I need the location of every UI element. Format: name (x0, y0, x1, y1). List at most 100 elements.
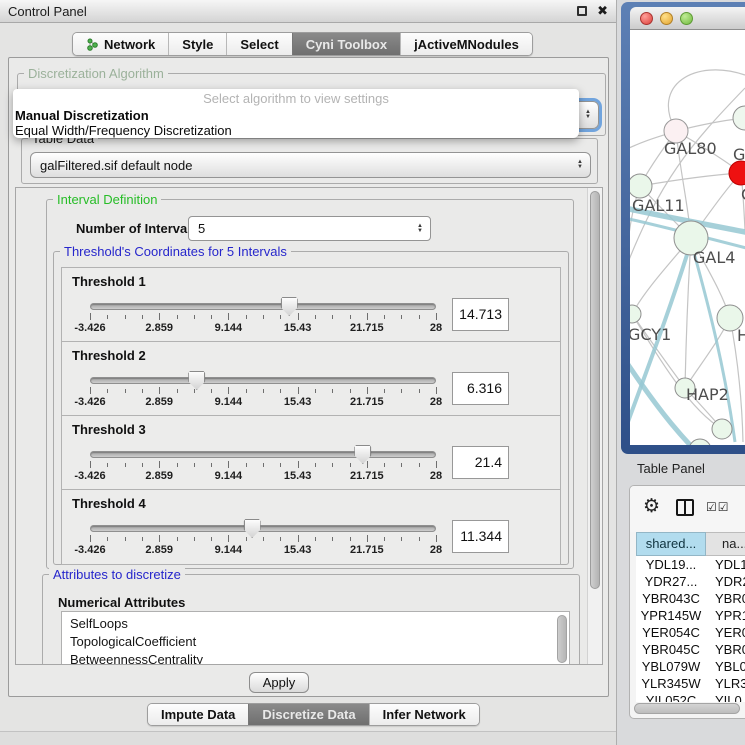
table-row[interactable]: YDL19...YDL1 (636, 556, 745, 573)
network-node[interactable] (729, 161, 745, 185)
number-of-intervals-combobox[interactable]: 5 ▲▼ (188, 216, 431, 241)
slider-tick (401, 389, 402, 393)
attr-items: SelfLoopsTopologicalCoefficientBetweenne… (62, 615, 569, 665)
slider-tick (367, 535, 368, 542)
attributes-scrollbar[interactable] (557, 615, 567, 663)
table-row[interactable]: YLR345WYLR3 (636, 675, 745, 692)
tab-jactivemnodules[interactable]: jActiveMNodules (400, 33, 532, 55)
cell-name[interactable]: YER0 (706, 624, 745, 641)
algorithm-prompt-item[interactable]: Select algorithm to view settings (13, 91, 579, 108)
slider-track[interactable] (90, 377, 436, 384)
threshold-value-field[interactable]: 11.344 (452, 520, 509, 553)
network-edge-thick[interactable] (691, 242, 735, 442)
cell-name[interactable]: YPR1 (706, 607, 745, 624)
table-row[interactable]: YPR145WYPR1 (636, 607, 745, 624)
attribute-list-item[interactable]: BetweennessCentrality (62, 651, 569, 665)
slider-tick (246, 315, 247, 319)
table-row[interactable]: YBL079WYBL0 (636, 658, 745, 675)
table-data-combobox[interactable]: galFiltered.sif default node ▲▼ (30, 152, 591, 178)
cell-name[interactable]: YIL0 (706, 692, 745, 702)
slider-track[interactable] (90, 451, 436, 458)
network-node[interactable] (630, 174, 652, 198)
cell-shared-name[interactable]: YDL19... (636, 556, 706, 573)
network-canvas[interactable]: GAL80GACGAL11GAL4GCY1HHAP2 (630, 30, 745, 445)
network-edge[interactable] (640, 173, 741, 186)
cell-shared-name[interactable]: YDR27... (636, 573, 706, 590)
threshold-slider[interactable]: -3.4262.8599.14415.4321.71528 (90, 377, 436, 413)
network-node[interactable] (733, 106, 745, 130)
threshold-value-field[interactable]: 14.713 (452, 298, 509, 331)
cell-shared-name[interactable]: YER054C (636, 624, 706, 641)
slider-tick (263, 389, 264, 393)
attribute-list-item[interactable]: SelfLoops (62, 615, 569, 633)
network-view-window[interactable]: GAL80GACGAL11GAL4GCY1HHAP2 (621, 2, 745, 454)
columns-icon[interactable] (676, 499, 694, 516)
cell-shared-name[interactable]: YBL079W (636, 658, 706, 675)
threshold-value-field[interactable]: 21.4 (452, 446, 509, 479)
column-header-name[interactable]: na... (706, 532, 745, 556)
cell-name[interactable]: YBR0 (706, 641, 745, 658)
cell-name[interactable]: YLR3 (706, 675, 745, 692)
tab-impute-data[interactable]: Impute Data (148, 704, 248, 725)
slider-track[interactable] (90, 303, 436, 310)
threshold-label: Threshold 4 (72, 496, 146, 511)
close-icon[interactable]: ✖ (597, 3, 608, 19)
gear-icon[interactable]: ⚙ (643, 495, 660, 518)
threshold-value-field[interactable]: 6.316 (452, 372, 509, 405)
slider-scale-label: 15.43 (284, 322, 312, 334)
slider-track[interactable] (90, 525, 436, 532)
close-traffic-light[interactable] (640, 12, 653, 25)
cell-name[interactable]: YDR2 (706, 573, 745, 590)
tab-select[interactable]: Select (226, 33, 291, 55)
tab-network[interactable]: Network (73, 33, 168, 55)
cell-name[interactable]: YBR0 (706, 590, 745, 607)
tab-style[interactable]: Style (168, 33, 226, 55)
table-row[interactable]: YER054CYER0 (636, 624, 745, 641)
network-node[interactable] (712, 419, 732, 439)
scrollbar-thumb[interactable] (590, 191, 600, 589)
control-panel-titlebar: Control Panel ✖ (0, 0, 616, 23)
minimize-traffic-light[interactable] (660, 12, 673, 25)
slider-tick (350, 315, 351, 319)
algorithm-popup-item[interactable]: Equal Width/Frequency Discretization (13, 123, 579, 138)
slider-scale-label: 9.144 (215, 396, 243, 408)
table-row[interactable]: YDR27...YDR2 (636, 573, 745, 590)
algorithm-popup-item[interactable]: Manual Discretization (13, 108, 579, 123)
table-rows: YDL19...YDL1YDR27...YDR2YBR043CYBR0YPR14… (636, 556, 745, 702)
tab-cyni-toolbox[interactable]: Cyni Toolbox (292, 33, 400, 55)
slider-tick (401, 463, 402, 467)
right-region: GAL80GACGAL11GAL4GCY1HHAP2 Table Panel ⚙… (617, 0, 745, 745)
column-header-shared-name[interactable]: shared... (636, 532, 706, 556)
cell-shared-name[interactable]: YLR345W (636, 675, 706, 692)
table-row[interactable]: YBR043CYBR0 (636, 590, 745, 607)
threshold-slider[interactable]: -3.4262.8599.14415.4321.71528 (90, 303, 436, 339)
slider-tick (177, 537, 178, 541)
network-node[interactable] (689, 439, 711, 445)
tab-infer-network[interactable]: Infer Network (369, 704, 479, 725)
slider-tick (384, 463, 385, 467)
table-horizontal-scrollbar[interactable] (634, 703, 740, 714)
table-row[interactable]: YIL052CYIL0 (636, 692, 745, 702)
cell-name[interactable]: YDL1 (706, 556, 745, 573)
threshold-slider[interactable]: -3.4262.8599.14415.4321.71528 (90, 525, 436, 561)
cell-shared-name[interactable]: YBR043C (636, 590, 706, 607)
threshold-slider[interactable]: -3.4262.8599.14415.4321.71528 (90, 451, 436, 487)
slider-scale-label: -3.426 (74, 396, 105, 408)
checkboxes-icon[interactable]: ☑☑ (706, 500, 730, 514)
numerical-attributes-list[interactable]: SelfLoopsTopologicalCoefficientBetweenne… (61, 611, 570, 665)
float-window-icon[interactable] (577, 6, 587, 16)
tab-discretize-data[interactable]: Discretize Data (248, 704, 368, 725)
table-row[interactable]: YBR045CYBR0 (636, 641, 745, 658)
cell-shared-name[interactable]: YPR145W (636, 607, 706, 624)
slider-tick (315, 463, 316, 467)
settings-vertical-scrollbar[interactable] (587, 188, 602, 664)
numerical-attributes-label: Numerical Attributes (58, 595, 185, 610)
slider-tick (228, 313, 229, 320)
cell-shared-name[interactable]: YBR045C (636, 641, 706, 658)
cell-shared-name[interactable]: YIL052C (636, 692, 706, 702)
network-node[interactable] (630, 305, 641, 323)
apply-button[interactable]: Apply (249, 672, 309, 693)
attribute-list-item[interactable]: TopologicalCoefficient (62, 633, 569, 651)
zoom-traffic-light[interactable] (680, 12, 693, 25)
cell-name[interactable]: YBL0 (706, 658, 745, 675)
